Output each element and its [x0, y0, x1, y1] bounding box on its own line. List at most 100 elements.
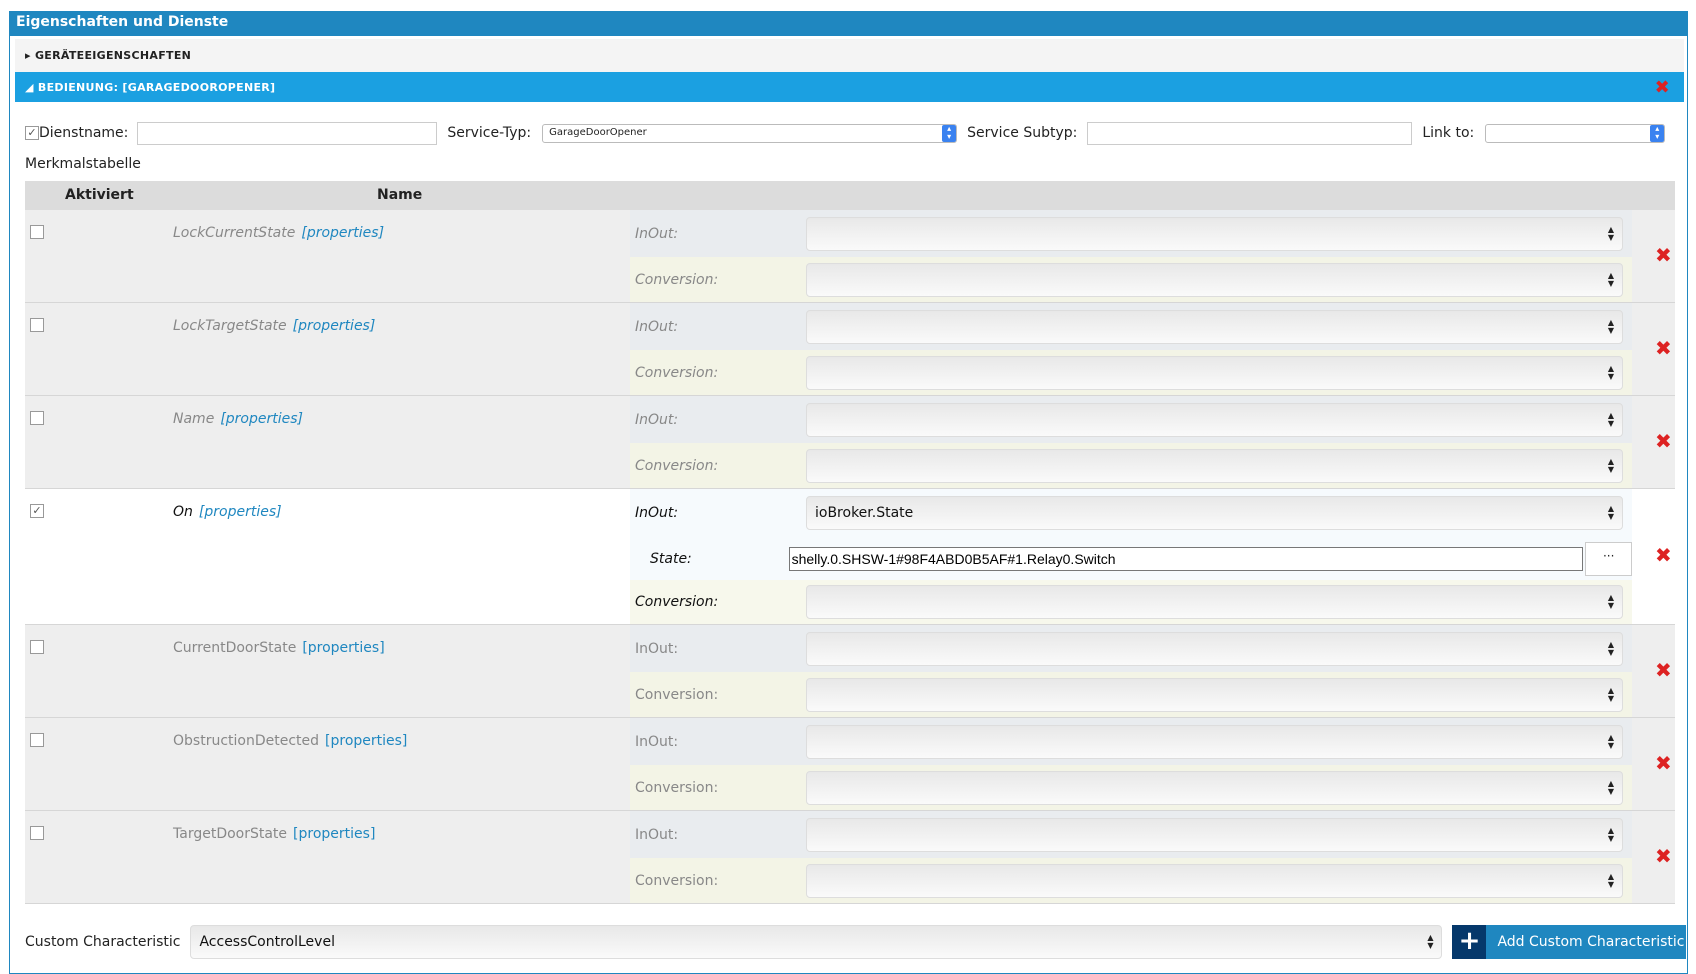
conversion-cell: Conversion: ▲ ▼ [630, 858, 1632, 903]
conversion-select[interactable]: ▲ ▼ [806, 677, 1623, 712]
conversion-select[interactable]: ▲ ▼ [806, 770, 1623, 805]
inout-select[interactable]: ▲ ▼ [806, 402, 1623, 437]
delete-characteristic-icon[interactable]: ✖ [1655, 336, 1672, 360]
subtype-label: Service Subtyp: [967, 125, 1078, 141]
characteristics-table: Aktiviert Name LockCurrentState [properti… [25, 181, 1675, 904]
conversion-select[interactable]: ▲ ▼ [806, 863, 1623, 898]
select-arrows-icon: ▲ ▼ [1607, 732, 1614, 750]
select-arrows-icon: ▲ ▼ [1607, 685, 1614, 703]
select-arrows-icon: ▲ ▼ [1427, 933, 1434, 950]
inout-cell: InOut: ▲ ▼ [630, 625, 1632, 672]
caret-right-icon: ▸ [25, 49, 35, 62]
activate-checkbox[interactable] [30, 640, 44, 654]
table-row: ✓ On [properties] InOut: ioBroker.State ▲ ▼ S… [25, 489, 1675, 625]
characteristic-name: TargetDoorState [properties] [173, 826, 375, 842]
service-name-input[interactable] [137, 121, 438, 145]
inout-cell: InOut: ioBroker.State ▲ ▼ [630, 489, 1632, 537]
custom-characteristic-select[interactable]: AccessControlLevel ▲ ▼ [190, 925, 1443, 959]
select-arrows-icon: ▲ ▼ [1607, 871, 1614, 889]
inout-label: InOut: [635, 733, 679, 750]
state-input[interactable] [788, 546, 1584, 571]
browse-state-button[interactable]: ··· [1585, 541, 1632, 576]
add-button-label: Add Custom Characteristic [1497, 934, 1685, 950]
link-to-select[interactable]: ▴ ▾ [1485, 123, 1666, 143]
inout-cell: InOut: ▲ ▼ [630, 718, 1632, 765]
custom-characteristic-label: Custom Characteristic [25, 934, 181, 950]
add-custom-characteristic-button[interactable]: + Add Custom Characteristic [1452, 925, 1687, 959]
inout-select[interactable]: ▲ ▼ [806, 309, 1623, 344]
properties-link[interactable]: [properties] [325, 733, 407, 749]
select-arrows-icon: ▲ ▼ [1607, 224, 1614, 242]
select-arrows-icon: ▲ ▼ [1607, 410, 1614, 428]
delete-characteristic-icon[interactable]: ✖ [1655, 243, 1672, 267]
table-row: ObstructionDetected [properties] InOut: ▲ ▼… [25, 718, 1675, 811]
inout-label: InOut: [635, 411, 679, 428]
table-row: Name [properties] InOut: ▲ ▼ Conversion: ▲ ▼ ✖ [25, 396, 1675, 489]
conversion-label: Conversion: [635, 271, 719, 288]
conversion-cell: Conversion: ▲ ▼ [630, 580, 1632, 624]
table-row: TargetDoorState [properties] InOut: ▲ ▼ Conv… [25, 811, 1675, 904]
plus-icon: + [1452, 925, 1487, 959]
activate-checkbox[interactable] [30, 411, 44, 425]
delete-characteristic-icon[interactable]: ✖ [1655, 751, 1672, 775]
activate-checkbox[interactable] [30, 733, 44, 747]
inout-label: InOut: [635, 640, 679, 657]
delete-characteristic-icon[interactable]: ✖ [1655, 429, 1672, 453]
activate-checkbox[interactable] [30, 318, 44, 332]
conversion-select[interactable]: ▲ ▼ [806, 585, 1623, 619]
service-type-label: Service-Typ: [447, 125, 532, 141]
properties-link[interactable]: [properties] [293, 318, 376, 334]
inout-label: InOut: [635, 826, 679, 843]
delete-service-icon[interactable]: ✖ [1655, 77, 1670, 98]
conversion-cell: Conversion: ▲ ▼ [630, 257, 1632, 302]
table-header: Aktiviert Name [25, 181, 1675, 210]
table-row: CurrentDoorState [properties] InOut: ▲ ▼ Con… [25, 625, 1675, 718]
properties-link[interactable]: [properties] [302, 640, 384, 656]
inout-select[interactable]: ▲ ▼ [806, 817, 1623, 852]
properties-link[interactable]: [properties] [220, 411, 303, 427]
delete-characteristic-icon[interactable]: ✖ [1655, 658, 1672, 682]
table-row: LockCurrentState [properties] InOut: ▲ ▼ Con… [25, 210, 1675, 303]
name-text: Name [173, 411, 215, 427]
inout-select[interactable]: ioBroker.State ▲ ▼ [806, 496, 1623, 530]
service-name-checkbox[interactable]: ✓ [25, 126, 39, 140]
characteristics-table-title: Merkmalstabelle [25, 156, 141, 172]
inout-cell: InOut: ▲ ▼ [630, 396, 1632, 443]
inout-select[interactable]: ▲ ▼ [806, 631, 1623, 666]
activate-checkbox[interactable]: ✓ [30, 504, 44, 518]
characteristic-name: CurrentDoorState [properties] [173, 640, 385, 656]
conversion-cell: Conversion: ▲ ▼ [630, 350, 1632, 395]
inout-select[interactable]: ▲ ▼ [806, 724, 1623, 759]
conversion-label: Conversion: [635, 457, 719, 474]
properties-link[interactable]: [properties] [301, 225, 384, 241]
conversion-label: Conversion: [635, 872, 719, 889]
accordion-service[interactable]: ◢ BEDIENUNG: [GARAGEDOOROPENER] ✖ [15, 72, 1684, 102]
inout-value: ioBroker.State [815, 505, 914, 521]
activate-checkbox[interactable] [30, 225, 44, 239]
inout-label: InOut: [635, 505, 679, 521]
conversion-select[interactable]: ▲ ▼ [806, 355, 1623, 390]
name-text: ObstructionDetected [173, 733, 320, 749]
name-text: LockCurrentState [173, 225, 296, 241]
select-arrows-icon: ▲ ▼ [1607, 825, 1614, 843]
conversion-select[interactable]: ▲ ▼ [806, 262, 1623, 297]
select-arrows-icon: ▲ ▼ [1607, 456, 1614, 474]
characteristic-name: LockTargetState [properties] [173, 318, 375, 334]
accordion-device-properties[interactable]: ▸ GERÄTEEIGENSCHAFTEN [15, 39, 1684, 72]
name-text: LockTargetState [173, 318, 287, 334]
properties-link[interactable]: [properties] [199, 504, 282, 520]
select-arrows-icon: ▲ ▼ [1607, 778, 1614, 796]
service-type-select[interactable]: GarageDoorOpener ▴ ▾ [542, 123, 958, 143]
properties-link[interactable]: [properties] [293, 826, 375, 842]
conversion-label: Conversion: [635, 779, 719, 796]
conversion-select[interactable]: ▲ ▼ [806, 448, 1623, 483]
accordion-label: BEDIENUNG: [GARAGEDOOROPENER] [37, 81, 276, 94]
delete-characteristic-icon[interactable]: ✖ [1655, 543, 1672, 567]
col-name: Name [377, 187, 423, 203]
select-arrows-icon: ▲ ▼ [1607, 317, 1614, 335]
activate-checkbox[interactable] [30, 826, 44, 840]
state-cell: State: ··· [630, 537, 1632, 580]
subtype-input[interactable] [1087, 121, 1413, 145]
inout-select[interactable]: ▲ ▼ [806, 216, 1623, 251]
delete-characteristic-icon[interactable]: ✖ [1655, 844, 1672, 868]
